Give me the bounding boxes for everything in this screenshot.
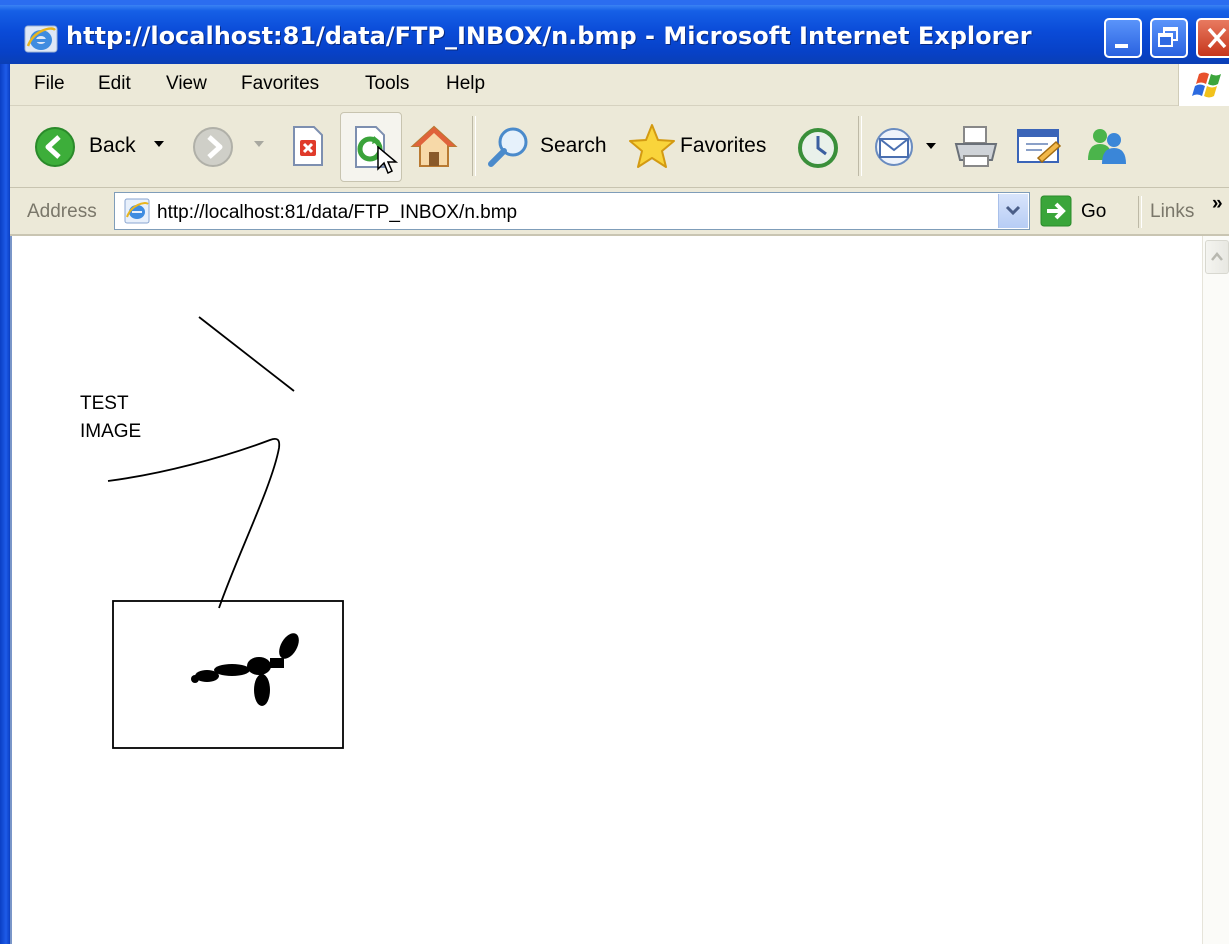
menu-favorites[interactable]: Favorites xyxy=(241,73,319,95)
search-icon xyxy=(488,127,528,167)
forward-arrow-icon xyxy=(193,127,233,167)
back-button[interactable]: Back xyxy=(30,118,180,176)
restore-icon xyxy=(1158,27,1178,47)
favorites-label: Favorites xyxy=(680,134,767,157)
refresh-button[interactable] xyxy=(340,112,402,182)
stop-button[interactable] xyxy=(284,118,332,176)
home-icon xyxy=(410,125,458,167)
toolbar-separator xyxy=(472,116,476,176)
address-dropdown-button[interactable] xyxy=(998,194,1028,228)
bitmap-image xyxy=(107,316,344,749)
links-chevron-icon[interactable]: » xyxy=(1212,193,1223,215)
window-title: http://localhost:81/data/FTP_INBOX/n.bmp… xyxy=(66,22,1032,50)
close-icon xyxy=(1207,27,1227,49)
home-button[interactable] xyxy=(408,118,460,176)
go-label: Go xyxy=(1081,201,1107,222)
links-button[interactable]: Links xyxy=(1150,201,1194,223)
menu-edit[interactable]: Edit xyxy=(98,73,131,95)
page-content: TEST IMAGE xyxy=(12,236,1202,944)
edit-page-icon xyxy=(1017,129,1062,164)
forward-dropdown-icon[interactable] xyxy=(254,141,264,147)
ie-page-icon xyxy=(124,198,150,224)
browser-window: http://localhost:81/data/FTP_INBOX/n.bmp… xyxy=(0,0,1229,944)
menu-tools[interactable]: Tools xyxy=(365,73,409,95)
search-button[interactable]: Search xyxy=(482,118,610,176)
chevron-up-icon xyxy=(1211,252,1223,261)
address-input[interactable]: http://localhost:81/data/FTP_INBOX/n.bmp xyxy=(114,192,1030,230)
menu-bar: File Edit View Favorites Tools Help xyxy=(10,64,1229,106)
restore-button[interactable] xyxy=(1150,18,1188,58)
test-image-label-line: TEST xyxy=(80,393,129,414)
title-bar: http://localhost:81/data/FTP_INBOX/n.bmp… xyxy=(0,0,1229,64)
favorites-button[interactable]: Favorites xyxy=(624,118,780,176)
menu-help[interactable]: Help xyxy=(446,73,485,95)
edit-button[interactable] xyxy=(1010,118,1068,176)
minimize-button[interactable] xyxy=(1104,18,1142,58)
mail-dropdown-icon[interactable] xyxy=(926,143,936,149)
minimize-icon xyxy=(1115,44,1128,48)
favorites-star-icon xyxy=(629,124,675,168)
window-border-left xyxy=(0,64,10,944)
forward-button[interactable] xyxy=(188,118,274,176)
messenger-button[interactable] xyxy=(1076,118,1136,176)
go-button[interactable]: Go xyxy=(1040,193,1128,231)
print-button[interactable] xyxy=(948,118,1004,176)
printer-icon xyxy=(954,126,998,167)
history-button[interactable] xyxy=(792,118,844,176)
address-url: http://localhost:81/data/FTP_INBOX/n.bmp xyxy=(157,202,518,223)
stop-icon xyxy=(293,126,323,166)
menu-view[interactable]: View xyxy=(166,73,207,95)
test-image-label-line: IMAGE xyxy=(80,421,142,442)
links-separator xyxy=(1138,196,1142,228)
standard-toolbar: Back Search Favorites xyxy=(10,106,1229,188)
messenger-icon xyxy=(1088,129,1126,164)
vertical-scrollbar[interactable] xyxy=(1202,236,1229,944)
mail-icon xyxy=(875,128,913,166)
history-icon xyxy=(798,128,838,168)
scroll-up-button[interactable] xyxy=(1205,240,1229,274)
go-arrow-icon xyxy=(1040,195,1072,227)
address-bar: Address http://localhost:81/data/FTP_INB… xyxy=(10,188,1229,236)
menu-file[interactable]: File xyxy=(34,73,65,95)
windows-flag-icon xyxy=(1192,72,1221,98)
mail-button[interactable] xyxy=(868,118,942,176)
mouse-cursor-icon xyxy=(377,146,399,175)
drawing-strokes xyxy=(107,316,344,749)
back-label: Back xyxy=(89,134,136,157)
search-label: Search xyxy=(540,134,607,157)
back-arrow-icon xyxy=(35,127,75,167)
toolbar-separator xyxy=(858,116,862,176)
ie-logo-icon xyxy=(24,25,58,53)
windows-logo xyxy=(1178,64,1229,106)
back-dropdown-icon[interactable] xyxy=(154,141,164,147)
address-label: Address xyxy=(27,201,97,222)
ink-blot xyxy=(191,633,299,706)
test-image-label: TEST IMAGE xyxy=(80,390,141,446)
chevron-down-icon xyxy=(1005,205,1021,216)
close-button[interactable] xyxy=(1196,18,1229,58)
